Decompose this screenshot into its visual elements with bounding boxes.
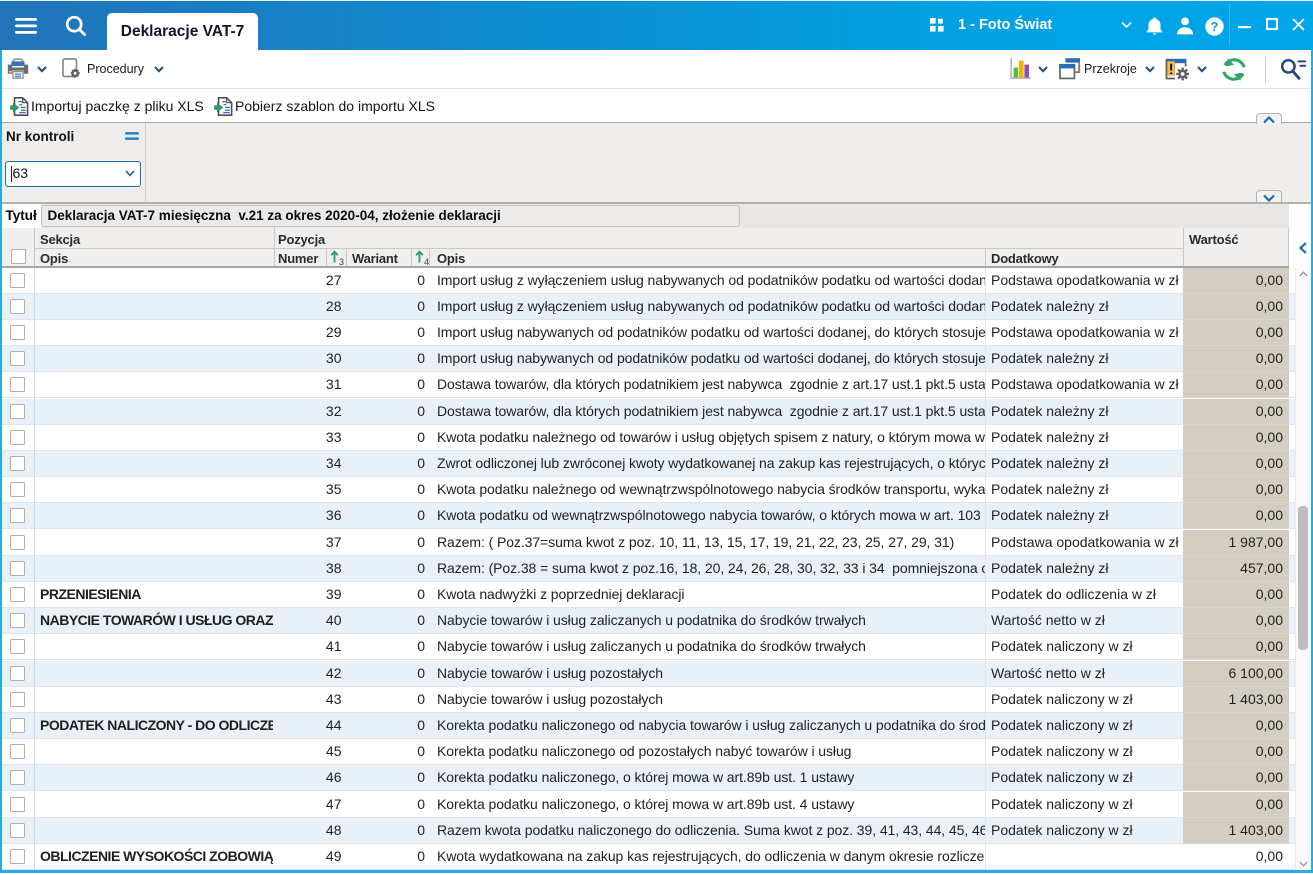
svg-text:3: 3 xyxy=(339,257,344,266)
svg-text:?: ? xyxy=(1211,19,1219,34)
